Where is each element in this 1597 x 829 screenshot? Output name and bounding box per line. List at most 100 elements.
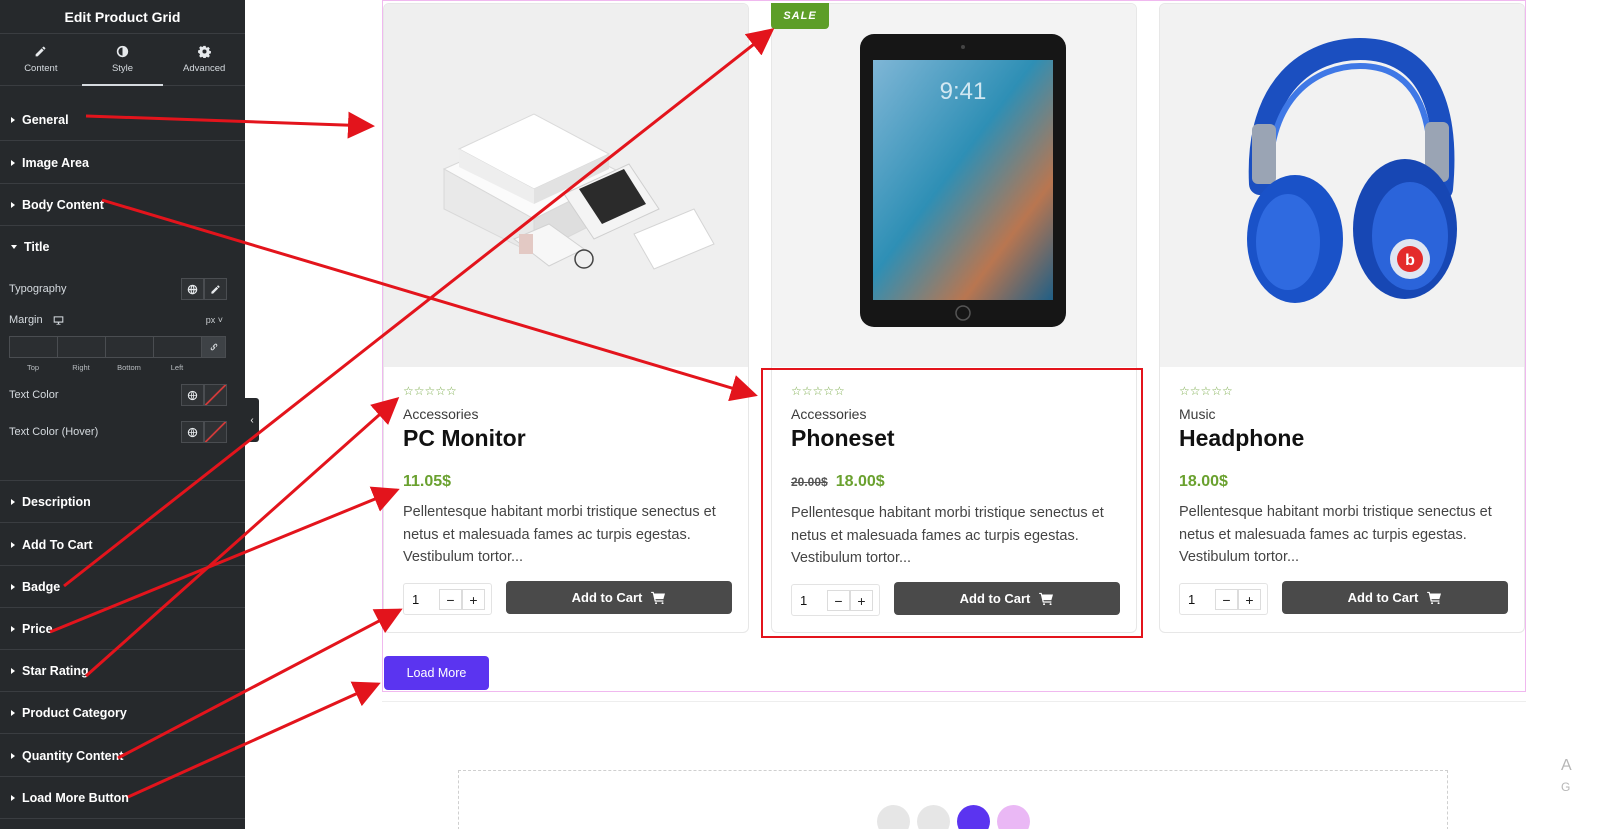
product-category[interactable]: Music — [1179, 406, 1216, 422]
section-body-content-label: Body Content — [22, 197, 104, 212]
section-body-content[interactable]: Body Content — [0, 184, 245, 226]
quantity-plus-button[interactable]: + — [1238, 589, 1261, 610]
tab-style-label: Style — [111, 63, 134, 74]
tab-style[interactable]: Style — [81, 34, 164, 86]
section-badge-label: Badge — [22, 579, 61, 594]
link-values-button[interactable] — [201, 336, 226, 358]
section-badge[interactable]: Badge — [0, 566, 245, 608]
product-title[interactable]: Headphone — [1179, 425, 1304, 452]
typography-label: Typography — [9, 283, 67, 295]
add-to-cart-button[interactable]: Add to Cart — [506, 581, 732, 614]
dim-bottom-label: Bottom — [117, 363, 141, 372]
quantity-stepper[interactable]: 1 − + — [403, 583, 492, 615]
section-title-label: Title — [24, 240, 50, 254]
tab-content[interactable]: Content — [0, 34, 82, 85]
margin-bottom-input[interactable] — [105, 336, 153, 358]
caret-down-icon — [11, 245, 17, 249]
add-to-cart-label: Add to Cart — [1347, 590, 1419, 605]
tablet-photo: 9:41 — [860, 34, 1066, 327]
global-typography-button[interactable] — [181, 278, 204, 300]
tab-advanced[interactable]: Advanced — [163, 34, 245, 85]
edge-text-a: A — [1561, 757, 1572, 774]
section-quantity-content[interactable]: Quantity Content — [0, 735, 245, 777]
panel-tabs: Content Style Advanced — [0, 34, 245, 86]
price-row: 18.00$ — [1179, 473, 1228, 491]
section-load-more-button-label: Load More Button — [22, 790, 129, 805]
section-star-rating[interactable]: Star Rating — [0, 650, 245, 692]
section-description[interactable]: Description — [0, 481, 245, 523]
sale-badge: SALE — [771, 3, 829, 29]
margin-control: Margin px ˅ — [0, 311, 245, 329]
product-image[interactable]: 9:41 — [772, 4, 1136, 367]
global-color-button[interactable] — [181, 384, 204, 406]
dim-left-label: Left — [170, 363, 184, 372]
quantity-minus-button[interactable]: − — [439, 589, 462, 610]
units-select[interactable]: px ˅ — [206, 315, 223, 325]
product-image[interactable] — [384, 4, 748, 367]
quantity-stepper[interactable]: 1 − + — [1179, 583, 1268, 615]
product-description: Pellentesque habitant morbi tristique se… — [1179, 504, 1492, 565]
add-to-cart-label: Add to Cart — [571, 590, 643, 605]
section-quantity-content-label: Quantity Content — [22, 748, 124, 763]
caret-right-icon — [11, 159, 15, 166]
product-price: 11.05$ — [403, 473, 452, 490]
section-star-rating-label: Star Rating — [22, 663, 89, 678]
section-price-label: Price — [22, 621, 53, 636]
quantity-plus-button[interactable]: + — [462, 589, 485, 610]
caret-right-icon — [11, 625, 15, 632]
typography-control: Typography — [0, 278, 245, 300]
margin-right-input[interactable] — [57, 336, 105, 358]
text-color-hover-picker[interactable] — [204, 421, 227, 443]
margin-top-input[interactable] — [9, 336, 57, 358]
edge-text-g: G — [1561, 780, 1571, 794]
gear-icon — [197, 45, 211, 58]
edit-typography-button[interactable] — [204, 278, 227, 300]
product-category[interactable]: Accessories — [403, 406, 478, 422]
section-title[interactable]: Title — [0, 226, 245, 268]
text-color-control: Text Color — [0, 384, 245, 406]
half-circle-icon — [116, 45, 129, 58]
caret-right-icon — [11, 752, 15, 759]
section-load-more-button[interactable]: Load More Button — [0, 777, 245, 819]
cart-icon — [1427, 591, 1442, 604]
caret-right-icon — [11, 541, 15, 548]
text-color-label: Text Color — [9, 389, 59, 401]
caret-right-icon — [11, 498, 15, 505]
section-general[interactable]: General — [0, 99, 245, 141]
section-divider — [382, 701, 1526, 702]
text-color-picker[interactable] — [204, 384, 227, 406]
caret-right-icon — [11, 709, 15, 716]
margin-left-input[interactable] — [153, 336, 201, 358]
section-add-to-cart-label: Add To Cart — [22, 537, 93, 552]
section-image-area[interactable]: Image Area — [0, 142, 245, 184]
caret-right-icon — [11, 201, 15, 208]
pencil-icon — [211, 284, 220, 294]
quantity-value[interactable]: 1 — [1188, 592, 1195, 607]
section-price[interactable]: Price — [0, 608, 245, 650]
collapse-panel-button[interactable]: ‹ — [245, 398, 259, 442]
product-card[interactable]: b ☆☆☆☆☆ Music Headphone 18.00$ Pellentes… — [1159, 3, 1525, 633]
dim-right-label: Right — [72, 363, 90, 372]
section-image-area-label: Image Area — [22, 155, 89, 170]
section-product-category[interactable]: Product Category — [0, 692, 245, 734]
section-general-label: General — [22, 112, 69, 127]
empty-section-placeholder[interactable] — [458, 770, 1448, 829]
globe-icon — [187, 390, 198, 400]
annotation-highlight-box — [761, 368, 1143, 638]
global-color-hover-button[interactable] — [181, 421, 204, 443]
product-price: 18.00$ — [1179, 473, 1228, 490]
caret-right-icon — [11, 667, 15, 674]
product-title[interactable]: PC Monitor — [403, 425, 526, 452]
product-image[interactable]: b — [1160, 4, 1524, 367]
desktop-icon[interactable] — [53, 315, 64, 326]
price-row: 11.05$ — [403, 473, 451, 491]
load-more-button[interactable]: Load More — [384, 656, 489, 690]
section-add-to-cart[interactable]: Add To Cart — [0, 524, 245, 566]
pencil-icon — [35, 46, 46, 57]
product-description: Pellentesque habitant morbi tristique se… — [403, 504, 716, 565]
quantity-minus-button[interactable]: − — [1215, 589, 1238, 610]
cart-icon — [651, 591, 666, 604]
product-card[interactable]: ☆☆☆☆☆ Accessories PC Monitor 11.05$ Pell… — [383, 3, 749, 633]
add-to-cart-button[interactable]: Add to Cart — [1282, 581, 1508, 614]
quantity-value[interactable]: 1 — [412, 592, 419, 607]
